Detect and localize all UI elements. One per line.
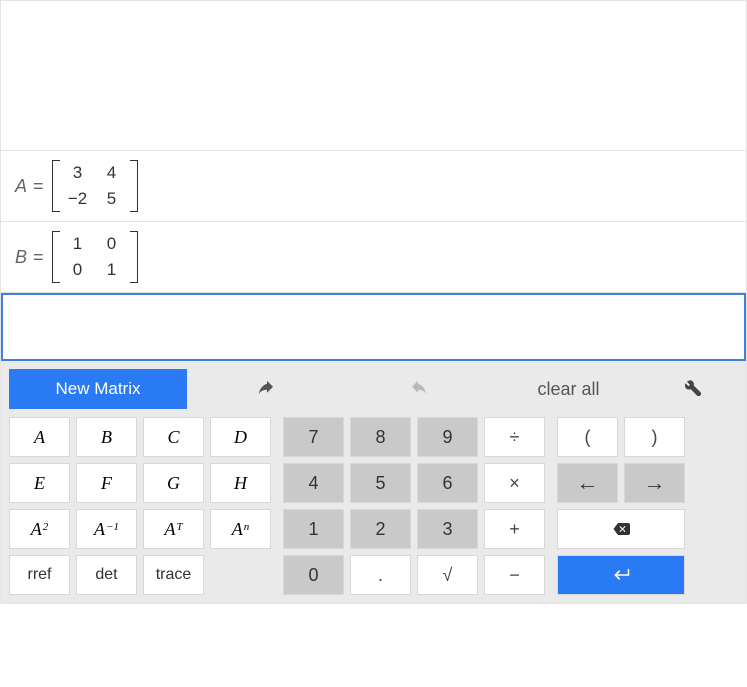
key-paren-close[interactable]: )	[624, 417, 685, 457]
matrix-row-b[interactable]: B = 1 0 0 1	[1, 222, 746, 293]
key-6[interactable]: 6	[417, 463, 478, 503]
nav-block: ( ) ← →	[557, 417, 685, 595]
matrix-name: A	[15, 176, 27, 197]
key-multiply[interactable]: ×	[484, 463, 545, 503]
key-7[interactable]: 7	[283, 417, 344, 457]
key-dot[interactable]: .	[350, 555, 411, 595]
key-divide[interactable]: ÷	[484, 417, 545, 457]
backspace-icon	[612, 520, 630, 538]
equals-sign: =	[33, 176, 44, 197]
key-a-inverse[interactable]: A−1	[76, 509, 137, 549]
key-a-power-n[interactable]: An	[210, 509, 271, 549]
key-a[interactable]: A	[9, 417, 70, 457]
key-9[interactable]: 9	[417, 417, 478, 457]
key-enter[interactable]	[557, 555, 685, 595]
settings-button[interactable]	[648, 378, 738, 401]
key-0[interactable]: 0	[283, 555, 344, 595]
wrench-icon	[684, 378, 702, 396]
key-sqrt[interactable]: √	[417, 555, 478, 595]
key-3[interactable]: 3	[417, 509, 478, 549]
redo-button	[346, 369, 489, 409]
redo-icon	[409, 380, 427, 398]
keys-row: A B C D E F G H A2 A−1 AT An rref det tr…	[9, 417, 738, 595]
key-subtract[interactable]: −	[484, 555, 545, 595]
key-4[interactable]: 4	[283, 463, 344, 503]
key-arrow-left[interactable]: ←	[557, 463, 618, 503]
key-8[interactable]: 8	[350, 417, 411, 457]
key-det[interactable]: det	[76, 555, 137, 595]
key-trace[interactable]: trace	[143, 555, 204, 595]
key-backspace[interactable]	[557, 509, 685, 549]
key-add[interactable]: +	[484, 509, 545, 549]
key-c[interactable]: C	[143, 417, 204, 457]
key-a-squared[interactable]: A2	[9, 509, 70, 549]
key-arrow-right[interactable]: →	[624, 463, 685, 503]
matrix-name: B	[15, 247, 27, 268]
enter-icon	[608, 566, 634, 584]
expression-input[interactable]	[1, 293, 746, 361]
matrix-row-a[interactable]: A = 3 4 −2 5	[1, 151, 746, 222]
key-e[interactable]: E	[9, 463, 70, 503]
output-area	[1, 1, 746, 151]
number-block: 7 8 9 ÷ 4 5 6 × 1 2 3 + 0 . √ −	[283, 417, 545, 595]
matrix-b: 1 0 0 1	[52, 230, 138, 284]
key-a-transpose[interactable]: AT	[143, 509, 204, 549]
toolbar: New Matrix clear all	[9, 369, 738, 409]
clear-all-button[interactable]: clear all	[497, 379, 640, 400]
calculator-container: A = 3 4 −2 5 B = 1	[0, 0, 747, 604]
key-f[interactable]: F	[76, 463, 137, 503]
matrix-a: 3 4 −2 5	[52, 159, 138, 213]
key-1[interactable]: 1	[283, 509, 344, 549]
key-h[interactable]: H	[210, 463, 271, 503]
keypad: New Matrix clear all A B C D E F G H	[1, 361, 746, 603]
undo-button[interactable]	[195, 369, 338, 409]
equals-sign: =	[33, 247, 44, 268]
key-2[interactable]: 2	[350, 509, 411, 549]
key-d[interactable]: D	[210, 417, 271, 457]
new-matrix-button[interactable]: New Matrix	[9, 369, 187, 409]
undo-icon	[258, 380, 276, 398]
letter-block: A B C D E F G H A2 A−1 AT An rref det tr…	[9, 417, 271, 595]
key-paren-open[interactable]: (	[557, 417, 618, 457]
key-rref[interactable]: rref	[9, 555, 70, 595]
key-g[interactable]: G	[143, 463, 204, 503]
key-5[interactable]: 5	[350, 463, 411, 503]
key-b[interactable]: B	[76, 417, 137, 457]
